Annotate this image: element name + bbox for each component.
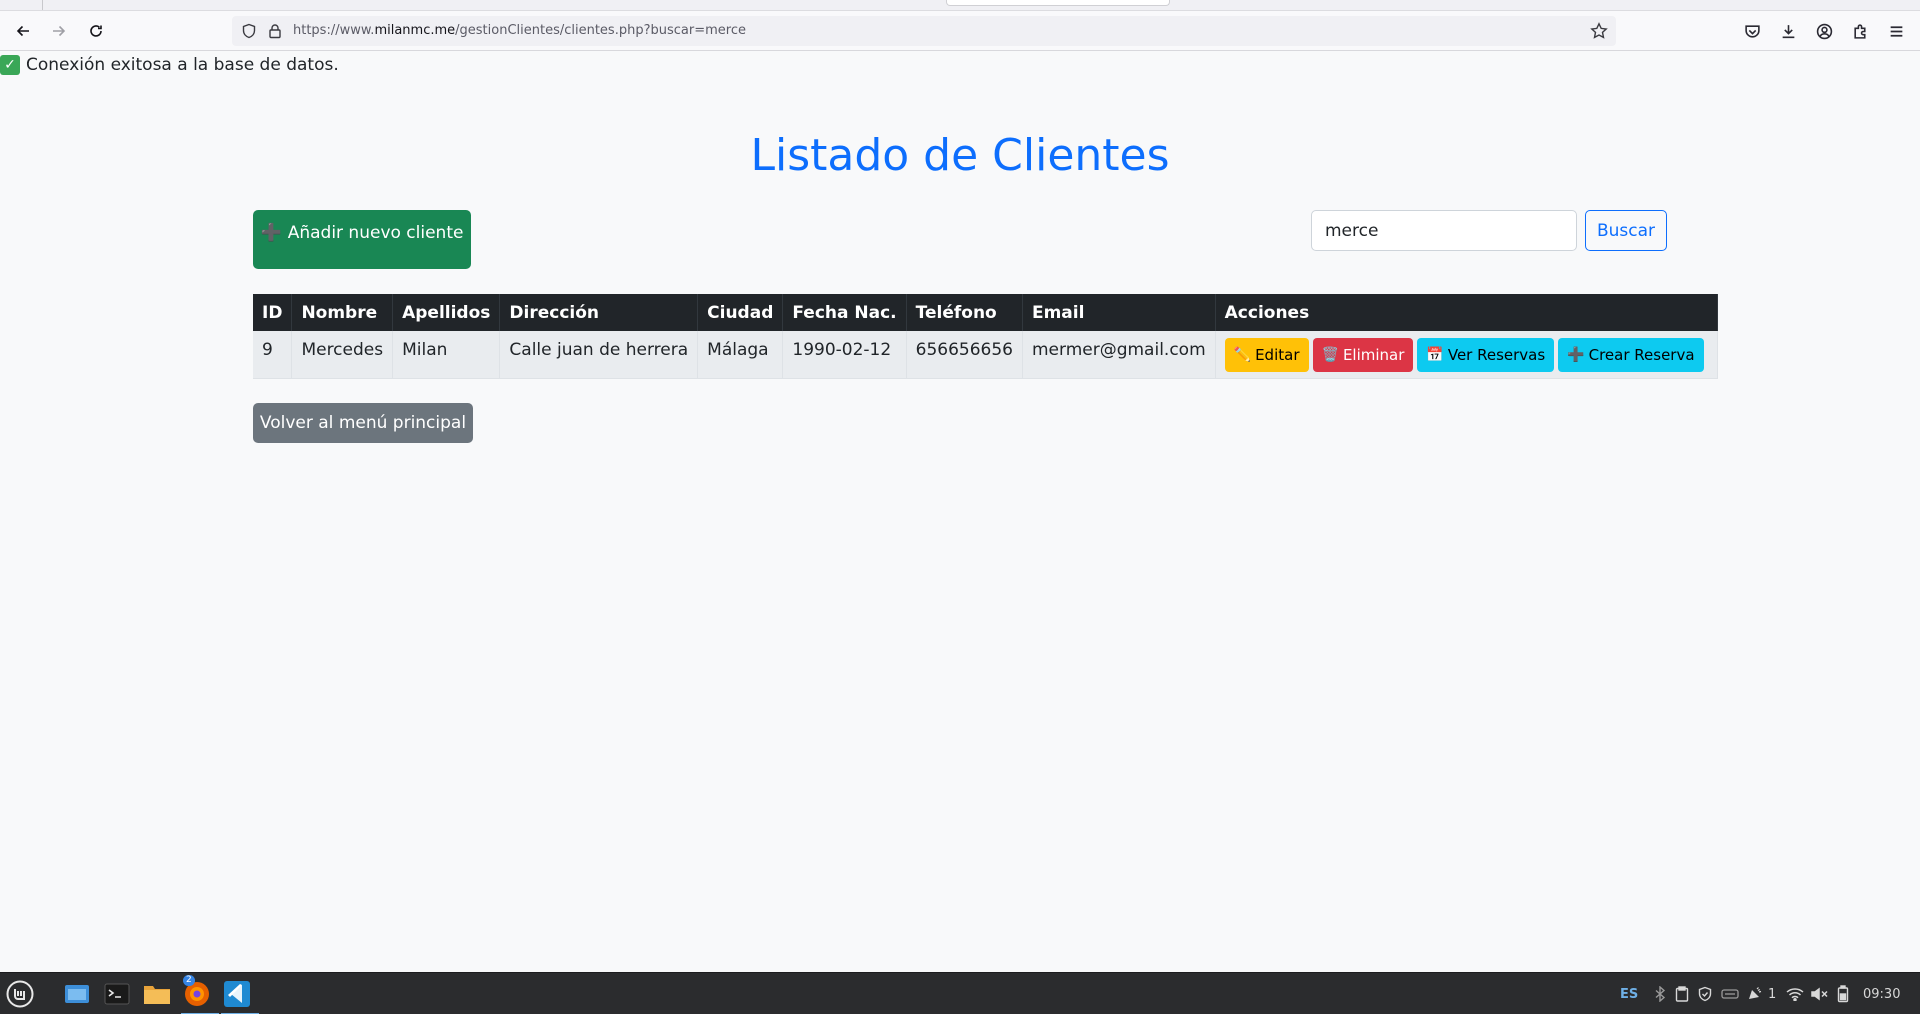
view-reservations-button[interactable]: 📅 Ver Reservas xyxy=(1417,338,1555,372)
battery-icon[interactable] xyxy=(1837,973,1849,1014)
column-header-apellidos: Apellidos xyxy=(392,294,501,331)
column-header-nombre: Nombre xyxy=(291,294,394,331)
taskbar: 2 ES 1 09:30 xyxy=(0,972,1920,1014)
menu-icon[interactable] xyxy=(1884,19,1908,43)
cell-fecha-nac: 1990-02-12 xyxy=(782,331,907,379)
forward-arrow-icon[interactable] xyxy=(47,19,71,43)
cell-apellidos: Milan xyxy=(392,331,501,379)
clock[interactable]: 09:30 xyxy=(1863,973,1900,1014)
clipboard-icon[interactable] xyxy=(1675,973,1689,1014)
volume-muted-icon[interactable] xyxy=(1811,973,1829,1014)
table-header-row: ID Nombre Apellidos Dirección Ciudad Fec… xyxy=(253,294,1718,331)
cell-id: 9 xyxy=(253,331,293,379)
column-header-email: Email xyxy=(1022,294,1216,331)
account-icon[interactable] xyxy=(1812,19,1836,43)
add-client-button[interactable]: ➕ Añadir nuevo cliente xyxy=(253,210,471,269)
column-header-id: ID xyxy=(253,294,293,331)
clients-table: ID Nombre Apellidos Dirección Ciudad Fec… xyxy=(253,294,1718,379)
table-row: 9 Mercedes Milan Calle juan de herrera M… xyxy=(253,331,1718,379)
lock-icon[interactable] xyxy=(267,23,283,39)
db-connection-status: ✓ Conexión exitosa a la base de datos. xyxy=(0,55,339,75)
plus-icon: ➕ xyxy=(260,223,282,243)
trash-icon: 🗑️ xyxy=(1321,347,1339,363)
column-header-telefono: Teléfono xyxy=(906,294,1023,331)
edit-label: Editar xyxy=(1255,346,1300,364)
edit-button[interactable]: ✏️ Editar xyxy=(1224,338,1309,372)
create-reservation-button[interactable]: ➕ Crear Reserva xyxy=(1558,338,1704,372)
pocket-icon[interactable] xyxy=(1740,19,1764,43)
add-client-label: Añadir nuevo cliente xyxy=(287,223,464,243)
delete-button[interactable]: 🗑️ Eliminar xyxy=(1312,338,1414,372)
page-content: ✓ Conexión exitosa a la base de datos. L… xyxy=(0,52,1920,972)
view-reservations-label: Ver Reservas xyxy=(1447,346,1546,364)
back-arrow-icon[interactable] xyxy=(11,19,35,43)
clock-time: 09:30 xyxy=(1863,986,1901,1002)
back-to-menu-button[interactable]: Volver al menú principal xyxy=(253,403,473,443)
vscode-icon[interactable] xyxy=(221,978,259,1014)
cell-email: mermer@gmail.com xyxy=(1022,331,1216,379)
url-prefix: https://www. xyxy=(293,23,375,38)
page-title: Listado de Clientes xyxy=(750,130,1170,181)
firefox-icon[interactable]: 2 xyxy=(181,975,219,1014)
wifi-icon[interactable] xyxy=(1786,973,1804,1014)
tab-strip xyxy=(0,0,1920,11)
pencil-icon: ✏️ xyxy=(1233,347,1252,363)
search-input[interactable] xyxy=(1311,210,1577,251)
check-mark-icon: ✓ xyxy=(0,55,20,75)
files-folder-icon[interactable] xyxy=(141,978,173,1010)
plus-icon: ➕ xyxy=(1567,347,1585,363)
extensions-icon[interactable] xyxy=(1848,19,1872,43)
terminal-icon[interactable] xyxy=(101,978,133,1010)
browser-toolbar: https://www.milanmc.me/gestionClientes/c… xyxy=(0,11,1920,51)
update-shield-icon[interactable] xyxy=(1697,973,1713,1014)
db-status-message: Conexión exitosa a la base de datos. xyxy=(26,55,339,75)
search-button[interactable]: Buscar xyxy=(1585,210,1667,251)
reload-icon[interactable] xyxy=(84,19,108,43)
column-header-direccion: Dirección xyxy=(499,294,699,331)
mint-menu-icon[interactable] xyxy=(4,978,36,1010)
delete-label: Eliminar xyxy=(1342,346,1405,364)
firefox-window-count-badge: 2 xyxy=(183,975,195,986)
cell-ciudad: Málaga xyxy=(697,331,784,379)
cell-direccion: Calle juan de herrera xyxy=(499,331,699,379)
bookmark-star-icon[interactable] xyxy=(1590,22,1608,40)
address-bar[interactable]: https://www.milanmc.me/gestionClientes/c… xyxy=(232,16,1616,46)
network-drive-icon[interactable] xyxy=(1721,973,1739,1014)
column-header-ciudad: Ciudad xyxy=(697,294,784,331)
bluetooth-icon[interactable] xyxy=(1654,973,1666,1014)
cell-telefono: 656656656 xyxy=(906,331,1023,379)
url-path: /gestionClientes/clientes.php?buscar=mer… xyxy=(455,23,746,38)
notifications-count: 1 xyxy=(1768,986,1777,1002)
active-tab[interactable] xyxy=(946,0,1170,6)
create-reservation-label: Crear Reserva xyxy=(1588,346,1695,364)
cell-actions: ✏️ Editar 🗑️ Eliminar 📅 Ver Reservas ➕ Crear Re… xyxy=(1215,331,1718,379)
downloads-icon[interactable] xyxy=(1776,19,1800,43)
calendar-icon: 📅 xyxy=(1426,347,1444,363)
column-header-acciones: Acciones xyxy=(1215,294,1718,331)
tab-separator xyxy=(42,0,43,10)
notifications-indicator[interactable]: 1 xyxy=(1747,973,1776,1014)
show-desktop-icon[interactable] xyxy=(61,978,93,1010)
url-host: milanmc.me xyxy=(374,23,456,38)
cell-nombre: Mercedes xyxy=(291,331,394,379)
shield-icon[interactable] xyxy=(241,23,257,39)
language-code: ES xyxy=(1620,986,1639,1002)
keyboard-layout-indicator[interactable]: ES xyxy=(1620,973,1638,1014)
column-header-fecha-nac: Fecha Nac. xyxy=(782,294,907,331)
url-text[interactable]: https://www.milanmc.me/gestionClientes/c… xyxy=(293,23,746,38)
